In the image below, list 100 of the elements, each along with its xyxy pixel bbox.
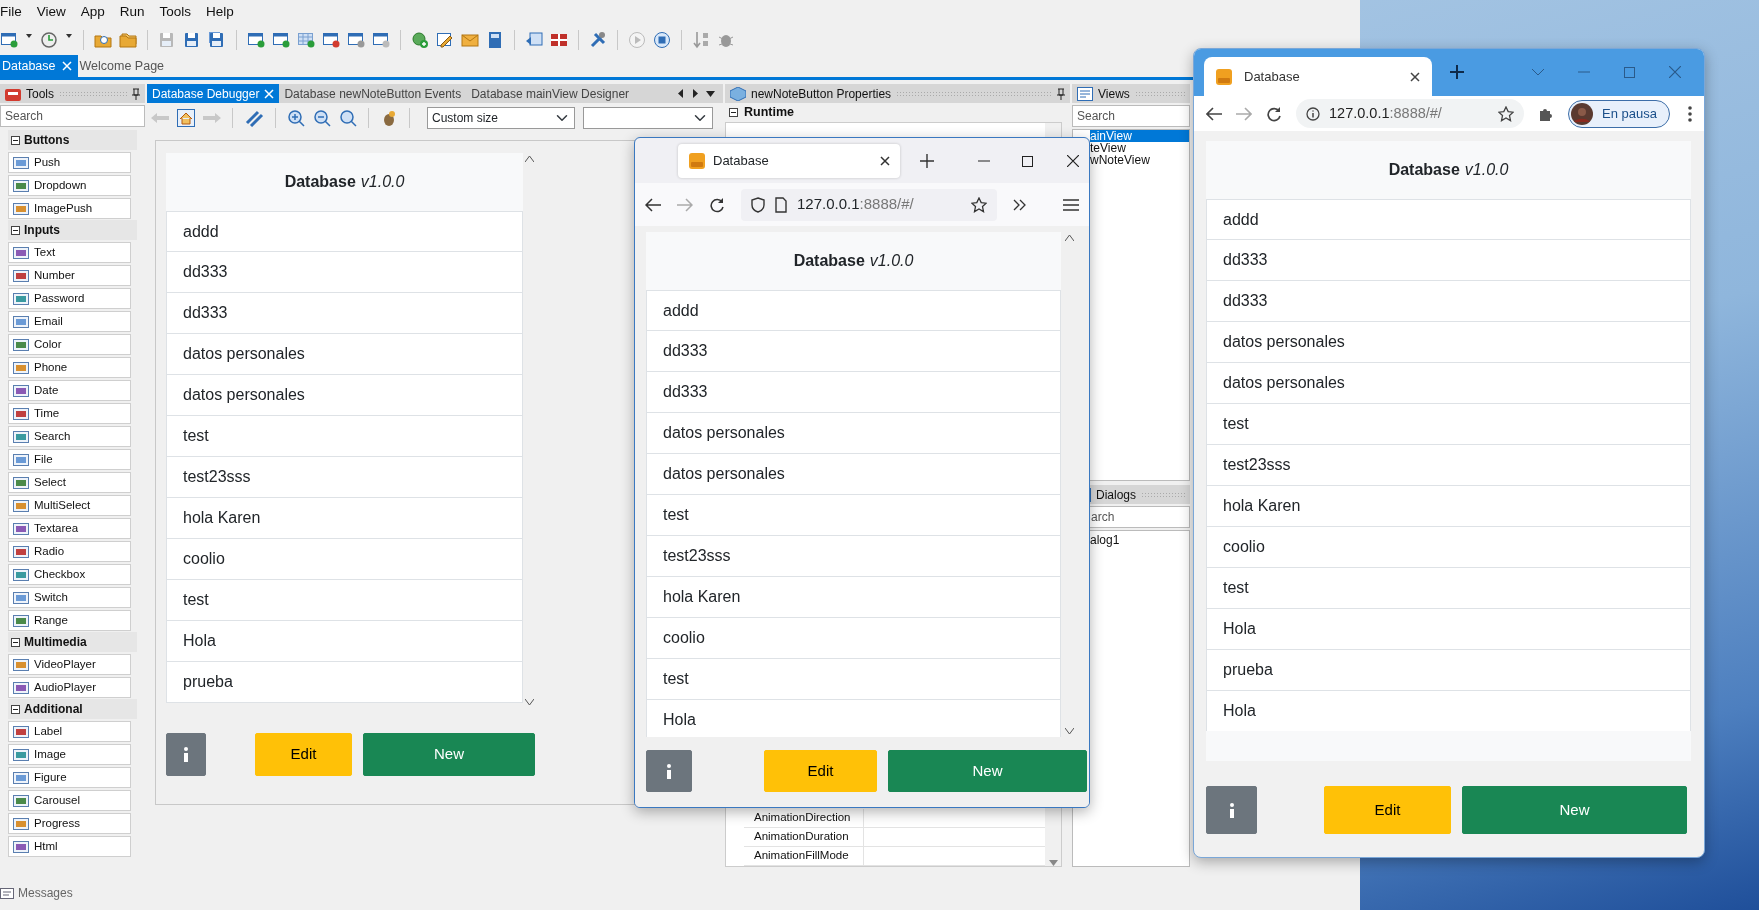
browser-tab[interactable]: Database	[678, 143, 900, 178]
browser-tab[interactable]: Database	[1204, 57, 1432, 96]
list-item[interactable]: Hola	[1206, 609, 1691, 650]
new-button[interactable]: New	[1462, 786, 1687, 834]
group-header[interactable]: Additional	[8, 699, 137, 719]
view-item[interactable]: ainView	[1090, 130, 1189, 142]
tool-item[interactable]: Radio	[8, 541, 131, 562]
list-item[interactable]: dd333	[1206, 281, 1691, 322]
search-field[interactable]: Search	[1072, 105, 1190, 127]
menu-item[interactable]: App	[80, 2, 105, 23]
tool-item[interactable]: Select	[8, 472, 131, 493]
list-item[interactable]: hola Karen	[1206, 486, 1691, 527]
tool-item[interactable]: Search	[8, 426, 131, 447]
bookmark-star-icon[interactable]	[971, 197, 987, 214]
list-item[interactable]: hola Karen	[646, 577, 1061, 618]
list-item[interactable]: addd	[646, 290, 1061, 331]
reload-icon[interactable]	[709, 196, 725, 213]
tool-item[interactable]: ImagePush	[8, 198, 131, 219]
list-item[interactable]: dd333	[1206, 240, 1691, 281]
pin-icon[interactable]	[132, 87, 140, 100]
list-item[interactable]: prueba	[1206, 650, 1691, 691]
tool-item[interactable]: Textarea	[8, 518, 131, 539]
maximize-icon[interactable]	[1022, 155, 1033, 167]
profile-button[interactable]: En pausa	[1568, 99, 1670, 128]
list-item[interactable]: datos personales	[646, 454, 1061, 495]
new-window-icon[interactable]	[0, 31, 18, 49]
dropdown-icon[interactable]	[706, 90, 715, 97]
search-field[interactable]: arch	[1089, 506, 1190, 528]
tool-item[interactable]: AudioPlayer	[8, 677, 131, 698]
globe-plus-icon[interactable]	[411, 31, 429, 49]
window-minus-icon[interactable]	[347, 31, 365, 49]
address-bar[interactable]: 127.0.0.1:8888/#/	[1296, 99, 1524, 128]
collapse-icon[interactable]	[729, 108, 738, 117]
tool-item[interactable]: Email	[8, 311, 131, 332]
list-item[interactable]: test23sss	[1206, 445, 1691, 486]
stop-icon[interactable]	[653, 31, 671, 49]
chevrons-icon[interactable]	[1013, 198, 1027, 211]
clock-icon[interactable]	[40, 31, 58, 49]
tab-close-icon[interactable]	[880, 156, 890, 167]
tab-close-icon[interactable]	[1410, 72, 1420, 83]
group-header[interactable]: Multimedia	[8, 632, 137, 652]
list-item[interactable]: test	[166, 580, 523, 621]
scroll-left-icon[interactable]	[678, 89, 684, 98]
address-bar[interactable]: 127.0.0.1:8888/#/	[741, 188, 997, 221]
tool-item[interactable]: Push	[8, 152, 131, 173]
more-icon[interactable]	[1688, 106, 1692, 123]
folders-icon[interactable]	[119, 31, 137, 49]
info-button[interactable]	[1206, 786, 1257, 834]
view-item[interactable]: wNoteView	[1090, 154, 1189, 166]
info-button[interactable]	[646, 750, 692, 792]
tool-item[interactable]: File	[8, 449, 131, 470]
list-item[interactable]: Hola	[646, 700, 1061, 737]
tab-search-icon[interactable]	[1532, 68, 1544, 76]
zoom-in-icon[interactable]	[287, 109, 305, 127]
list-item[interactable]: test	[166, 416, 523, 457]
editor-tab[interactable]: Database newNoteButton Events	[279, 84, 467, 103]
list-item[interactable]: dd333	[646, 331, 1061, 372]
tool-item[interactable]: Carousel	[8, 790, 131, 811]
tool-item[interactable]: Range	[8, 610, 131, 631]
dropdown[interactable]	[583, 107, 713, 129]
list-item[interactable]: coolio	[1206, 527, 1691, 568]
list-item[interactable]: coolio	[166, 539, 523, 580]
reload-icon[interactable]	[1266, 105, 1282, 122]
pin-icon[interactable]	[1057, 87, 1065, 100]
tool-item[interactable]: Number	[8, 265, 131, 286]
save-all-icon[interactable]	[208, 31, 226, 49]
tool-item[interactable]: Html	[8, 836, 131, 857]
edit-button[interactable]: Edit	[764, 750, 877, 792]
collapse-icon[interactable]	[11, 225, 20, 235]
dialog-item[interactable]: alog1	[1090, 534, 1189, 546]
tool-item[interactable]: Phone	[8, 357, 131, 378]
group-header[interactable]: Buttons	[8, 130, 137, 150]
menu-item[interactable]: View	[36, 2, 66, 23]
list-item[interactable]: datos personales	[1206, 363, 1691, 404]
list-item[interactable]: addd	[1206, 199, 1691, 240]
close-icon[interactable]	[1067, 155, 1079, 168]
window-minus-icon[interactable]	[322, 31, 340, 49]
view-item[interactable]: teView	[1090, 142, 1189, 154]
tool-item[interactable]: Time	[8, 403, 131, 424]
new-tab-icon[interactable]	[920, 154, 934, 169]
wrench-icon[interactable]	[589, 31, 607, 49]
collapse-icon[interactable]	[11, 704, 20, 714]
scroll-up-icon[interactable]	[1064, 235, 1074, 241]
grid-plus-icon[interactable]	[297, 31, 315, 49]
list-item[interactable]: test	[646, 495, 1061, 536]
window-back-icon[interactable]	[525, 31, 543, 49]
list-item[interactable]: coolio	[646, 618, 1061, 659]
size-dropdown[interactable]: Custom size	[427, 107, 575, 129]
window-minus-icon[interactable]	[372, 31, 390, 49]
zoom-out-icon[interactable]	[313, 109, 331, 127]
list-item[interactable]: dd333	[166, 293, 523, 334]
panel-tab[interactable]: Messages	[18, 883, 73, 902]
new-button[interactable]: New	[363, 733, 535, 776]
list-item[interactable]: datos personales	[166, 375, 523, 416]
tool-item[interactable]: Password	[8, 288, 131, 309]
scroll-right-icon[interactable]	[692, 89, 698, 98]
tool-item[interactable]: Dropdown	[8, 175, 131, 196]
tool-item[interactable]: Label	[8, 721, 131, 742]
document-tab[interactable]: Welcome Page	[77, 55, 171, 77]
tool-item[interactable]: Checkbox	[8, 564, 131, 585]
